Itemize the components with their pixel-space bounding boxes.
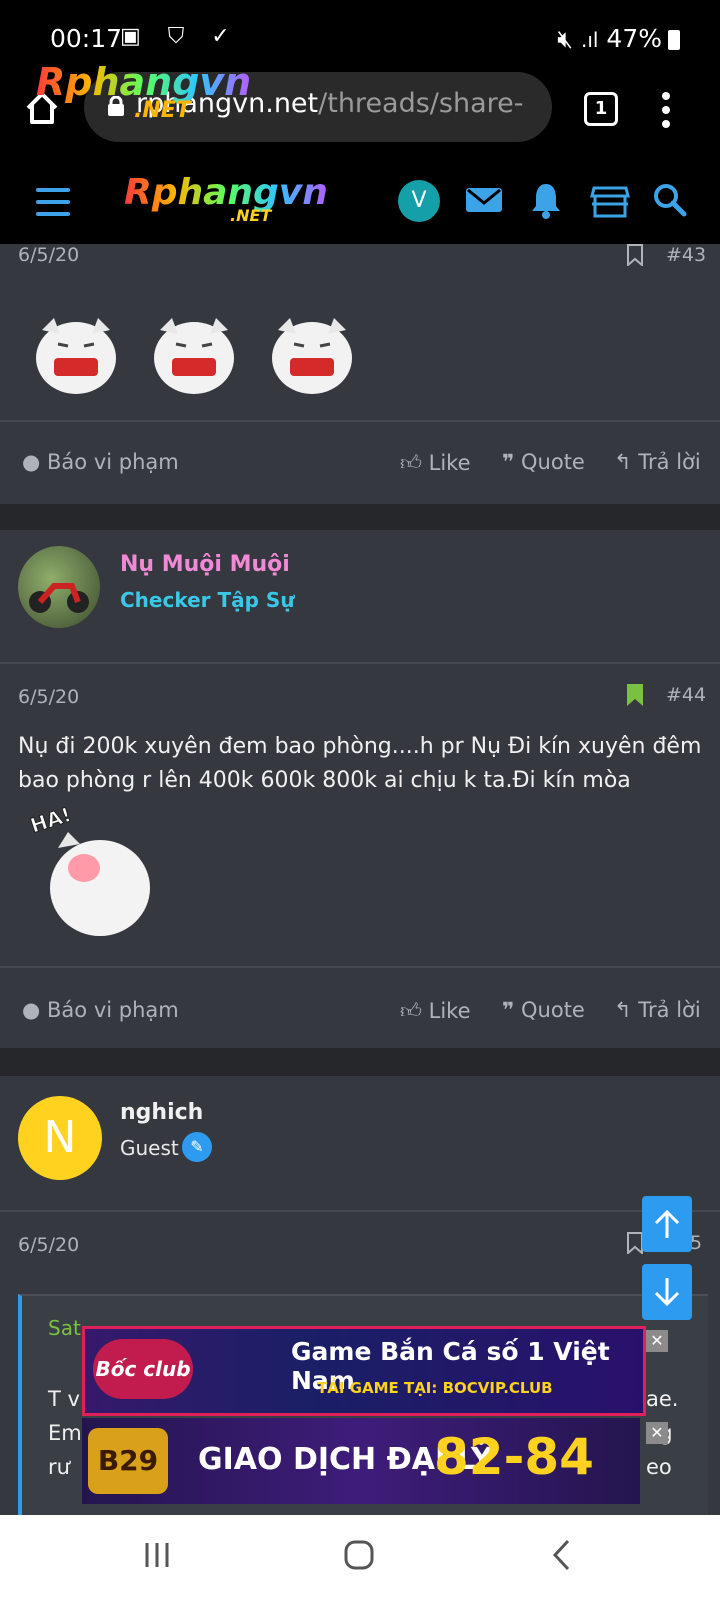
tabs-button[interactable]: 1 [584,92,618,126]
quote-label: Quote [521,998,585,1022]
battery-percent: 47% [606,24,662,53]
divider [0,966,720,968]
divider [0,662,720,664]
report-label: Báo vi phạm [47,998,179,1022]
post-number[interactable]: #44 [666,684,706,706]
close-icon[interactable]: ✕ [646,1330,668,1352]
menu-icon[interactable] [36,188,70,224]
thumbs-up-icon: 👍︎ [400,999,422,1023]
like-label: Like [428,451,471,475]
ad-rate: 82-84 [434,1428,594,1486]
battery-icon [668,30,680,50]
avatar[interactable] [18,546,100,628]
reply-label: Trả lời [638,998,701,1022]
thumbs-up-icon: 👍︎ [400,451,422,475]
close-icon[interactable]: ✕ [646,1422,668,1444]
divider [0,420,720,422]
post-date: 6/5/20 [18,1234,80,1256]
page-logo-overlay-net: .NET [134,98,191,123]
reply-icon: ↰ [614,450,632,474]
status-notification-icons: ▣ ⛉ ✓ [120,24,240,49]
store-icon[interactable] [588,178,632,222]
reply-button[interactable]: ↰ Trả lời [614,450,701,474]
quote-icon: ❞ [502,450,515,474]
like-button[interactable]: 👍︎ Like [400,450,471,476]
quote-button[interactable]: ❞ Quote [502,998,585,1022]
author-name[interactable]: nghich [120,1100,203,1125]
quote-label: Quote [521,450,585,474]
recent-apps-icon[interactable] [142,1540,172,1570]
alert-icon: ● [22,450,41,474]
post-number[interactable]: #43 [666,244,706,266]
back-icon[interactable] [550,1538,572,1572]
arrow-down-icon [654,1278,680,1307]
quote-text-line: eo [646,1455,672,1479]
user-avatar[interactable]: V [398,180,440,222]
report-label: Báo vi phạm [47,450,179,474]
search-icon[interactable] [648,178,692,222]
signal-icon: .ıl [580,28,599,52]
reply-icon: ↰ [614,998,632,1022]
post-body: Nụ đi 200k xuyên đem bao phòng....h pr N… [18,730,708,798]
quote-text-left: T v Em rư [48,1382,82,1484]
quote-button[interactable]: ❞ Quote [502,450,585,474]
ad-subtext: TẢI GAME TẠI: BOCVIP.CLUB [317,1379,553,1397]
quote-text-line: rư [48,1455,70,1479]
report-button[interactable]: ● Báo vi phạm [22,450,179,474]
status-battery-text: 🔇︎ .ıl 47% [557,24,662,54]
user-rank: Checker Tập Sự [120,588,295,612]
quote-text-line: ae. [646,1387,679,1411]
sticker-image [36,318,116,394]
post-text-line: Nụ đi 200k xuyên đem bao phòng....h pr N… [18,734,702,759]
report-button[interactable]: ● Báo vi phạm [22,998,179,1022]
scroll-top-button[interactable] [642,1196,692,1252]
site-logo-net: .NET [230,206,272,225]
guest-badge-icon: ✎ [182,1132,212,1162]
quote-text-line: T v [48,1387,80,1411]
ad-brand-logo: B29 [88,1428,168,1494]
quote-icon: ❞ [502,998,515,1022]
scroll-bottom-button[interactable] [642,1264,692,1320]
arrow-up-icon [654,1209,680,1238]
ad-brand-logo: Bốc club [93,1339,193,1399]
like-label: Like [428,999,471,1023]
reply-button[interactable]: ↰ Trả lời [614,998,701,1022]
post-gap [0,1048,720,1076]
ad-banner[interactable]: Bốc club Game Bắn Cá số 1 Việt Nam TẢI G… [82,1326,646,1416]
post-date: 6/5/20 [18,686,80,708]
author-name[interactable]: Nụ Muội Muội [120,552,290,577]
avatar[interactable]: N [18,1096,102,1180]
site-logo[interactable]: Rphangvn [124,172,328,213]
post-date: 6/5/20 [18,244,80,266]
status-time: 00:17 [50,24,123,53]
mute-icon: 🔇︎ [557,24,574,53]
like-button[interactable]: 👍︎ Like [400,998,471,1024]
bookmark-icon[interactable] [626,684,644,706]
post-text-line: bao phòng r lên 400k 600k 800k ai chịu k… [18,768,631,793]
quote-text-line: Em [48,1421,82,1445]
divider [0,1210,720,1212]
ad-banner[interactable]: B29 GIAO DỊCH ĐẠI LÝ 82-84 [82,1418,640,1504]
sticker-image [272,318,352,394]
post-gap [0,504,720,530]
reply-label: Trả lời [638,450,701,474]
browser-menu-icon[interactable] [662,92,672,134]
url-path: /threads/share- [318,88,524,119]
alert-icon: ● [22,998,41,1022]
bell-icon[interactable] [524,178,568,222]
quote-author[interactable]: Sat [48,1316,81,1340]
home-nav-icon[interactable] [342,1538,376,1572]
sticker-image [154,318,234,394]
motorbike-image [29,583,89,613]
mail-icon[interactable] [462,178,506,222]
user-role: Guest [120,1136,179,1160]
bookmark-icon[interactable] [626,244,644,266]
